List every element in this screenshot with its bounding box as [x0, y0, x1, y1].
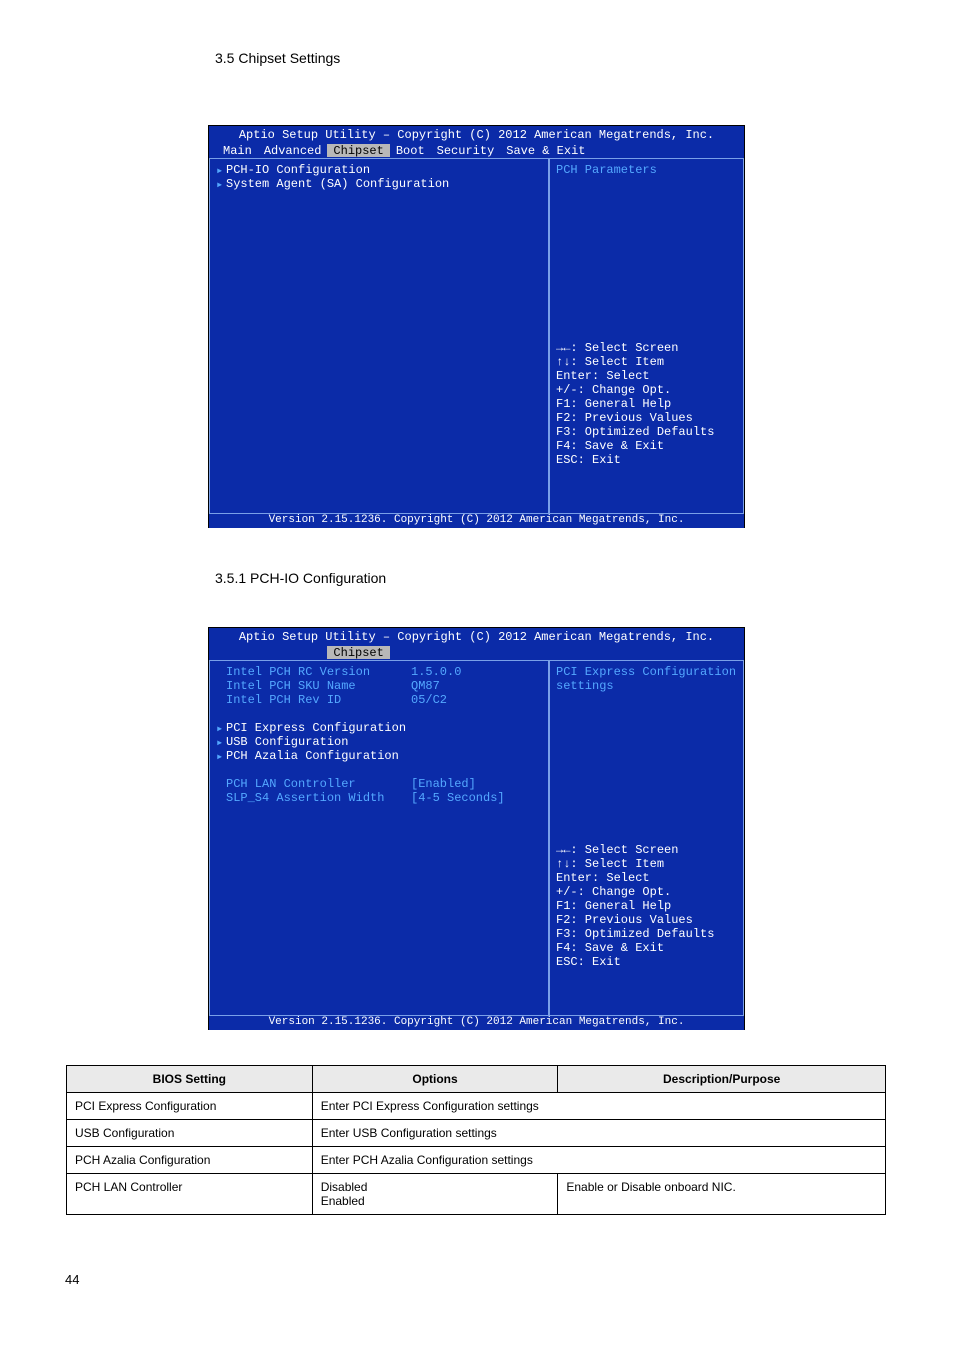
menu-pci-express-config[interactable]: ▸ PCI Express Configuration [216, 721, 542, 735]
bios-footer: Version 2.15.1236. Copyright (C) 2012 Am… [209, 514, 744, 528]
triangle-icon: ▸ [216, 163, 226, 178]
menu-system-agent-config[interactable]: ▸ System Agent (SA) Configuration [216, 177, 542, 191]
tab-chipset[interactable]: Chipset [327, 144, 389, 157]
help-key-line: ESC: Exit [556, 453, 737, 467]
menu-usb-config[interactable]: ▸ USB Configuration [216, 735, 542, 749]
help-key-line: Enter: Select [556, 369, 737, 383]
setting-pch-lan-controller[interactable]: PCH LAN Controller [Enabled] [216, 777, 542, 791]
table-header-cell: Description/Purpose [558, 1066, 886, 1093]
bios-header-text: Aptio Setup Utility – Copyright (C) 2012… [209, 128, 744, 142]
help-key-line: +/-: Change Opt. [556, 885, 737, 899]
bios-help-pane: PCH Parameters →←: Select Screen ↑↓: Sel… [549, 158, 744, 514]
table-row: PCH Azalia Configuration Enter PCH Azali… [67, 1147, 886, 1174]
menu-pch-azalia-config[interactable]: ▸ PCH Azalia Configuration [216, 749, 542, 763]
bios-header: Aptio Setup Utility – Copyright (C) 2012… [209, 628, 744, 660]
bios-help-pane: PCI Express Configuration settings →←: S… [549, 660, 744, 1016]
help-key-line: ↑↓: Select Item [556, 857, 737, 871]
page-number: 44 [65, 1272, 79, 1287]
info-label: Intel PCH Rev ID [216, 693, 411, 707]
table-cell: Enter PCI Express Configuration settings [312, 1093, 885, 1120]
setting-value: [4-5 Seconds] [411, 791, 505, 805]
info-label: Intel PCH SKU Name [216, 679, 411, 693]
menu-item-label: PCH-IO Configuration [226, 163, 370, 177]
info-pch-rc-version: Intel PCH RC Version 1.5.0.0 [216, 665, 542, 679]
section-title-2: 3.5.1 PCH-IO Configuration [215, 570, 386, 586]
help-key-line: F3: Optimized Defaults [556, 927, 737, 941]
triangle-icon: ▸ [216, 735, 226, 750]
setting-slp-s4-assertion-width[interactable]: SLP_S4 Assertion Width [4-5 Seconds] [216, 791, 542, 805]
table-row: PCI Express Configuration Enter PCI Expr… [67, 1093, 886, 1120]
table-cell: Enable or Disable onboard NIC. [558, 1174, 886, 1215]
tab-security[interactable]: Security [431, 144, 501, 157]
info-pch-sku-name: Intel PCH SKU Name QM87 [216, 679, 542, 693]
menu-pch-io-config[interactable]: ▸ PCH-IO Configuration [216, 163, 542, 177]
table-cell: PCH Azalia Configuration [67, 1147, 313, 1174]
bios-tabbar[interactable]: Main Advanced Chipset Boot Security Save… [209, 144, 744, 157]
help-description: PCI Express Configuration settings [556, 665, 737, 693]
table-cell: USB Configuration [67, 1120, 313, 1147]
info-label: Intel PCH RC Version [216, 665, 411, 679]
setting-value: [Enabled] [411, 777, 476, 791]
help-key-line: F2: Previous Values [556, 411, 737, 425]
help-key-line: →←: Select Screen [556, 341, 737, 355]
help-key-line: +/-: Change Opt. [556, 383, 737, 397]
table-header-cell: Options [312, 1066, 558, 1093]
bios-screen-pch-io: Aptio Setup Utility – Copyright (C) 2012… [208, 627, 745, 1030]
menu-item-label: PCH Azalia Configuration [226, 749, 399, 763]
table-cell: Enter USB Configuration settings [312, 1120, 885, 1147]
table-row: USB Configuration Enter USB Configuratio… [67, 1120, 886, 1147]
menu-item-label: USB Configuration [226, 735, 348, 749]
tab-chipset[interactable]: Chipset [327, 646, 389, 659]
table-header-cell: BIOS Setting [67, 1066, 313, 1093]
table-header-row: BIOS Setting Options Description/Purpose [67, 1066, 886, 1093]
help-key-line: ESC: Exit [556, 955, 737, 969]
info-value: 05/C2 [411, 693, 447, 707]
help-key-line: ↑↓: Select Item [556, 355, 737, 369]
table-cell: Disabled Enabled [312, 1174, 558, 1215]
tab-advanced[interactable]: Advanced [258, 144, 328, 157]
help-key-line: F2: Previous Values [556, 913, 737, 927]
section-title-1: 3.5 Chipset Settings [215, 50, 340, 66]
settings-table: BIOS Setting Options Description/Purpose… [66, 1065, 886, 1215]
table-cell: PCI Express Configuration [67, 1093, 313, 1120]
help-key-line: F4: Save & Exit [556, 439, 737, 453]
help-key-line: F1: General Help [556, 899, 737, 913]
help-keys: →←: Select Screen ↑↓: Select Item Enter:… [556, 843, 737, 1011]
tab-save-exit[interactable]: Save & Exit [500, 144, 591, 157]
help-key-line: F4: Save & Exit [556, 941, 737, 955]
triangle-icon: ▸ [216, 177, 226, 192]
setting-label: PCH LAN Controller [216, 777, 411, 791]
info-value: QM87 [411, 679, 440, 693]
table-cell: Enter PCH Azalia Configuration settings [312, 1147, 885, 1174]
menu-item-label: System Agent (SA) Configuration [226, 177, 449, 191]
setting-label: SLP_S4 Assertion Width [216, 791, 411, 805]
info-value: 1.5.0.0 [411, 665, 461, 679]
bios-screen-chipset: Aptio Setup Utility – Copyright (C) 2012… [208, 125, 745, 528]
bios-footer: Version 2.15.1236. Copyright (C) 2012 Am… [209, 1016, 744, 1030]
help-key-line: →←: Select Screen [556, 843, 737, 857]
table-cell: PCH LAN Controller [67, 1174, 313, 1215]
table-row: PCH LAN Controller Disabled Enabled Enab… [67, 1174, 886, 1215]
tab-main[interactable]: Main [217, 144, 258, 157]
menu-item-label: PCI Express Configuration [226, 721, 406, 735]
bios-header: Aptio Setup Utility – Copyright (C) 2012… [209, 126, 744, 158]
help-key-line: F1: General Help [556, 397, 737, 411]
help-keys: →←: Select Screen ↑↓: Select Item Enter:… [556, 341, 737, 509]
triangle-icon: ▸ [216, 749, 226, 764]
bios-left-pane: ▸ PCH-IO Configuration ▸ System Agent (S… [209, 158, 549, 514]
info-pch-rev-id: Intel PCH Rev ID 05/C2 [216, 693, 542, 707]
bios-left-pane: Intel PCH RC Version 1.5.0.0 Intel PCH S… [209, 660, 549, 1016]
help-key-line: Enter: Select [556, 871, 737, 885]
tab-boot[interactable]: Boot [390, 144, 431, 157]
help-description: PCH Parameters [556, 163, 737, 177]
bios-tabbar[interactable]: Main Advanced Chipset [209, 646, 744, 659]
bios-header-text: Aptio Setup Utility – Copyright (C) 2012… [209, 630, 744, 644]
help-key-line: F3: Optimized Defaults [556, 425, 737, 439]
triangle-icon: ▸ [216, 721, 226, 736]
